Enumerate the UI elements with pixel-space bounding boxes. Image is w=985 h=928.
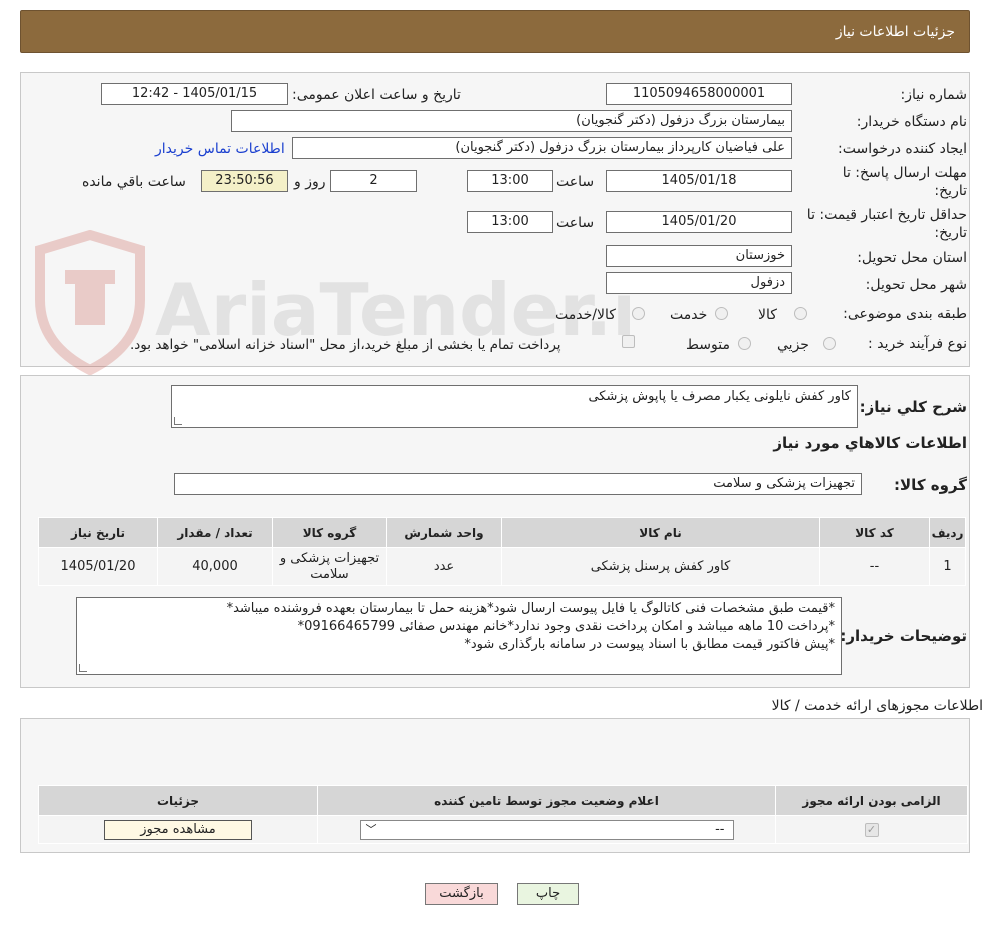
- process-radio-minor[interactable]: [823, 337, 836, 350]
- validity-label: حداقل تاریخ اعتبار قیمت: تا: [806, 207, 967, 223]
- remaining-days-field: 2: [330, 170, 417, 192]
- view-permit-button[interactable]: مشاهده مجوز: [104, 819, 252, 840]
- goods-group-label: گروه کالا:: [894, 476, 967, 494]
- treasury-checkbox[interactable]: [622, 335, 635, 348]
- category-radio-service[interactable]: [715, 307, 728, 320]
- chevron-down-icon: ﹀: [365, 822, 377, 836]
- notes-resize-handle[interactable]: [79, 664, 87, 672]
- process-option-minor: جزیي: [777, 337, 809, 353]
- announce-label: تاریخ و ساعت اعلان عمومی:: [292, 87, 461, 103]
- col-row: ردیف: [929, 517, 966, 548]
- cell-qty: 40,000: [157, 547, 273, 586]
- page-title: جزئیات اطلاعات نیاز: [835, 24, 955, 40]
- payment-note: پرداخت تمام یا بخشی از مبلغ خرید،از محل …: [130, 337, 561, 353]
- buyer-notes-label: توضیحات خریدار:: [840, 627, 967, 645]
- cell-code: --: [819, 547, 930, 586]
- city-field: دزفول: [606, 272, 792, 294]
- summary-label: شرح كلي نیاز:: [859, 398, 967, 416]
- process-label: نوع فرآیند خرید :: [868, 336, 967, 352]
- col-unit: واحد شمارش: [386, 517, 502, 548]
- permit-required-checkbox[interactable]: ✓: [864, 823, 879, 837]
- category-radio-goods[interactable]: [794, 307, 807, 320]
- validity-time-field: 13:00: [467, 211, 553, 233]
- summary-resize-handle[interactable]: [174, 417, 182, 425]
- buyer-contact-link[interactable]: اطلاعات تماس خریدار: [155, 140, 285, 158]
- table-row: ✓ -- ﹀ مشاهده مجوز: [38, 815, 968, 844]
- goods-table-header: ردیف کد کالا نام کالا واحد شمارش گروه کا…: [38, 517, 966, 548]
- category-label: طبقه بندی موضوعی:: [843, 306, 967, 322]
- cell-row: 1: [929, 547, 966, 586]
- category-option-service: خدمت: [670, 307, 708, 323]
- cell-name: کاور کفش پرسنل پزشکی: [501, 547, 820, 586]
- permit-details-cell: مشاهده مجوز: [38, 815, 318, 844]
- col-code: کد کالا: [819, 517, 930, 548]
- permit-status-cell: -- ﹀: [317, 815, 776, 844]
- back-button[interactable]: بازگشت: [425, 883, 498, 905]
- category-option-goods: کالا: [758, 307, 777, 323]
- city-label: شهر محل تحویل:: [865, 277, 967, 293]
- permits-title: اطلاعات مجوزهای ارائه خدمت / کالا: [771, 698, 983, 714]
- permits-table-header: الزامی بودن ارائه مجوز اعلام وضعیت مجوز …: [38, 785, 968, 816]
- goods-section-title: اطلاعات كالاهاي مورد نیاز: [773, 434, 967, 452]
- validity-label-date: تاریخ:: [934, 225, 967, 241]
- province-label: استان محل تحویل:: [857, 250, 967, 266]
- validity-date-field: 1405/01/20: [606, 211, 792, 233]
- col-permit-details: جزئیات: [38, 785, 318, 816]
- creator-field: علی فیاضیان کارپرداز بیمارستان بزرگ دزفو…: [292, 137, 792, 159]
- process-radio-medium[interactable]: [738, 337, 751, 350]
- cell-unit: عدد: [386, 547, 502, 586]
- process-option-medium: متوسط: [686, 337, 730, 353]
- need-number-field: 1105094658000001: [606, 83, 792, 105]
- col-date: تاریخ نیاز: [38, 517, 158, 548]
- col-permit-status: اعلام وضعیت مجوز توسط تامین کننده: [317, 785, 776, 816]
- goods-table: ردیف کد کالا نام کالا واحد شمارش گروه کا…: [38, 517, 966, 586]
- category-radio-goods-service[interactable]: [632, 307, 645, 320]
- buyer-org-field: بیمارستان بزرگ دزفول (دکتر گنجویان): [231, 110, 792, 132]
- page-header: جزئیات اطلاعات نیاز: [20, 10, 970, 53]
- creator-label: ایجاد کننده درخواست:: [838, 141, 967, 157]
- col-group: گروه کالا: [272, 517, 387, 548]
- cell-date: 1405/01/20: [38, 547, 158, 586]
- deadline-label: مهلت ارسال پاسخ: تا: [842, 165, 967, 181]
- days-label: روز و: [294, 174, 326, 190]
- col-permit-required: الزامی بودن ارائه مجوز: [775, 785, 968, 816]
- buyer-note-line-3: *پیش فاکتور قیمت مطابق با اسناد پیوست در…: [464, 637, 835, 652]
- col-qty: تعداد / مقدار: [157, 517, 273, 548]
- deadline-label-date: تاریخ:: [934, 183, 967, 199]
- permit-required-cell: ✓: [775, 815, 968, 844]
- category-option-goods-service: کالا/خدمت: [555, 307, 616, 323]
- remaining-label: ساعت باقي مانده: [82, 174, 186, 190]
- announce-field: 1405/01/15 - 12:42: [101, 83, 288, 105]
- buyer-org-label: نام دستگاه خریدار:: [856, 114, 967, 130]
- buyer-note-line-1: *قیمت طبق مشخصات فنی کاتالوگ یا فایل پیو…: [226, 601, 835, 616]
- deadline-time-field: 13:00: [467, 170, 553, 192]
- buyer-note-line-2: *پرداخت 10 ماهه میباشد و امکان پرداخت نق…: [297, 619, 835, 634]
- col-name: نام کالا: [501, 517, 820, 548]
- cell-group: تجهیزات پزشکی و سلامت: [272, 547, 387, 586]
- table-row: 1 -- کاور کفش پرسنل پزشکی عدد تجهیزات پز…: [38, 547, 966, 586]
- summary-field: کاور کفش نایلونی یکبار مصرف یا پاپوش پزش…: [171, 385, 858, 428]
- goods-group-field: تجهیزات پزشکی و سلامت: [174, 473, 862, 495]
- remaining-time-field: 23:50:56: [201, 170, 288, 192]
- print-button[interactable]: چاپ: [517, 883, 579, 905]
- permits-table: الزامی بودن ارائه مجوز اعلام وضعیت مجوز …: [38, 785, 968, 844]
- deadline-time-label: ساعت: [556, 174, 595, 190]
- permit-status-value: --: [715, 821, 725, 837]
- province-field: خوزستان: [606, 245, 792, 267]
- permit-status-select[interactable]: -- ﹀: [359, 819, 734, 840]
- buyer-notes-field: *قیمت طبق مشخصات فنی کاتالوگ یا فایل پیو…: [76, 597, 842, 675]
- validity-time-label: ساعت: [556, 215, 595, 231]
- need-number-label: شماره نیاز:: [900, 87, 968, 103]
- deadline-date-field: 1405/01/18: [606, 170, 792, 192]
